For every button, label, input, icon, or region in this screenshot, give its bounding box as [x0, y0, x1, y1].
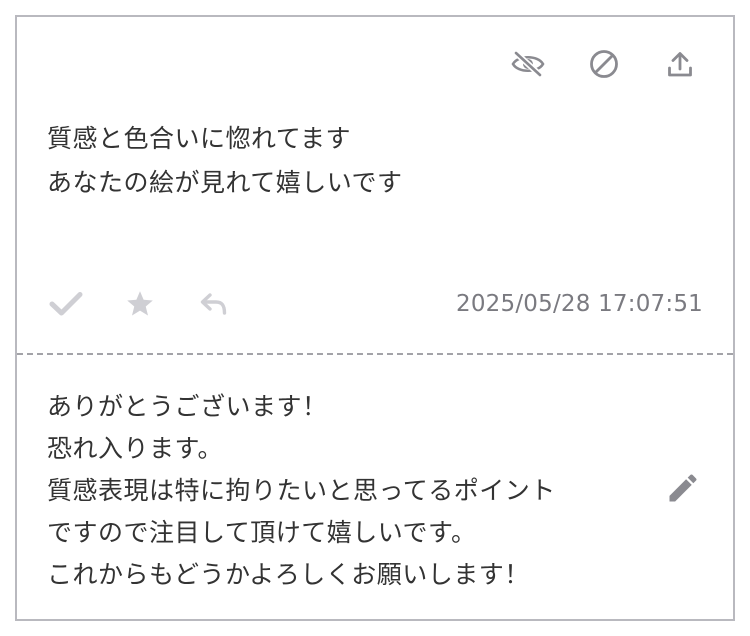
edit-reply-button[interactable]: [661, 466, 705, 510]
eye-off-icon: [511, 50, 545, 78]
message-body: 質感と色合いに惚れてます あなたの絵が見れて嬉しいです: [47, 117, 687, 205]
pencil-icon: [669, 474, 697, 502]
top-actions: [505, 47, 703, 81]
block-icon: [590, 50, 618, 78]
bottom-actions: [43, 287, 237, 321]
check-icon: [49, 292, 83, 316]
reply-line: 恐れ入ります。: [47, 434, 224, 463]
message-line: 質感と色合いに惚れてます: [47, 124, 352, 153]
share-button[interactable]: [657, 47, 703, 81]
reply-body: ありがとうございます！ 恐れ入ります。 質感表現は特に拘りたいと思ってるポイント…: [47, 386, 647, 596]
favorite-button[interactable]: [117, 287, 163, 321]
reply-line: ありがとうございます！: [47, 392, 328, 421]
reply-line: ですので注目して頂けて嬉しいです。: [47, 518, 477, 547]
timestamp: 2025/05/28 17:07:51: [456, 291, 703, 317]
mark-read-button[interactable]: [43, 287, 89, 321]
upload-icon: [668, 52, 692, 77]
reply-line: これからもどうかよろしくお願いします！: [47, 560, 530, 589]
hide-button[interactable]: [505, 47, 551, 81]
reply-button[interactable]: [191, 287, 237, 321]
star-icon: [127, 291, 153, 316]
divider: [17, 353, 733, 355]
reply-icon: [200, 293, 227, 315]
block-button[interactable]: [581, 47, 627, 81]
reply-line: 質感表現は特に拘りたいと思ってるポイント: [47, 476, 556, 505]
message-line: あなたの絵が見れて嬉しいです: [47, 168, 403, 197]
message-card: 質感と色合いに惚れてます あなたの絵が見れて嬉しいです 2025/05/28 1…: [15, 15, 735, 621]
